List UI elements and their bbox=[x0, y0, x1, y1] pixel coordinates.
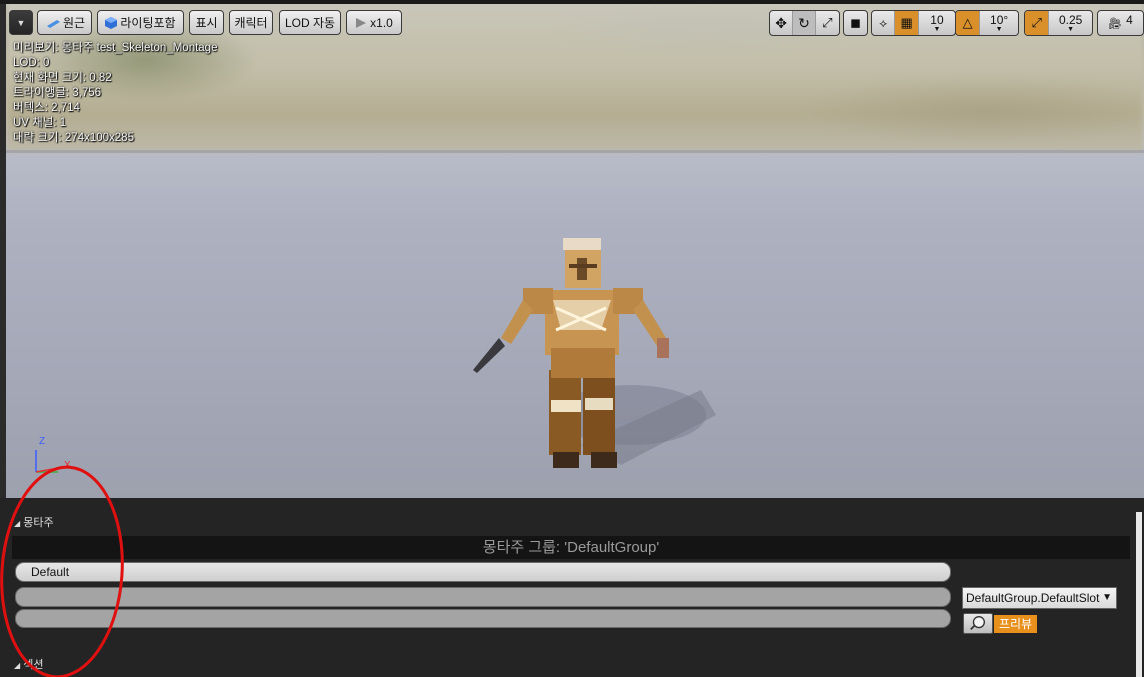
stat-vertices: 버텍스: 2,714 bbox=[13, 102, 80, 114]
scale-snap-label: 0.25 bbox=[1058, 13, 1083, 27]
left-edge bbox=[0, 0, 6, 498]
camera-speed-group: 🎥︎ 4 bbox=[1097, 10, 1144, 36]
lod-label: LOD 자동 bbox=[284, 16, 336, 30]
montage-slot-track[interactable] bbox=[15, 587, 951, 607]
scale-snap-toggle[interactable]: ⤢ bbox=[1025, 11, 1050, 35]
sections-section-header[interactable]: ◢ 섹션 bbox=[14, 656, 43, 672]
lod-button[interactable]: LOD 자동 bbox=[279, 10, 341, 35]
sections-section-title: 섹션 bbox=[23, 659, 44, 671]
montage-group-bar: 몽타주 그룹: 'DefaultGroup' bbox=[12, 536, 1130, 559]
grid-snap-value[interactable]: 10 ▼ bbox=[919, 11, 955, 35]
collapse-triangle-icon: ◢ bbox=[14, 661, 21, 670]
viewport-menu-button[interactable]: ▼ bbox=[9, 10, 33, 35]
chevron-down-icon: ▼ bbox=[1067, 26, 1075, 33]
scale-tool[interactable]: ⤢ bbox=[816, 11, 839, 35]
grid-snap-label: 10 bbox=[930, 13, 944, 27]
slot-select-value: DefaultGroup.DefaultSlot bbox=[966, 591, 1100, 605]
collapse-triangle-icon: ◢ bbox=[14, 519, 21, 528]
angle-icon: △ bbox=[962, 15, 973, 30]
viewport-stats: 미리보기: 몽타주 test_Skeleton_Montage LOD: 0 현… bbox=[13, 41, 217, 146]
stat-screen-size: 현재 화면 크기: 0.82 bbox=[13, 72, 112, 84]
chevron-down-icon: ▼ bbox=[933, 26, 941, 33]
stat-triangles: 트라이앵글: 3,756 bbox=[13, 87, 102, 99]
axis-z-label: Z bbox=[39, 436, 46, 447]
surface-snap-icon: ⟡ bbox=[879, 15, 888, 30]
stat-lod: LOD: 0 bbox=[13, 57, 50, 69]
camera-speed-button[interactable]: 🎥︎ 4 bbox=[1098, 11, 1143, 35]
cube-icon: ◼ bbox=[850, 15, 861, 30]
scale-arrow-icon: ⤢ bbox=[822, 15, 833, 30]
montage-section-header[interactable]: ◢ 몽타주 bbox=[14, 514, 54, 530]
perspective-button[interactable]: 원근 bbox=[37, 10, 92, 35]
camera-speed-label: 4 bbox=[1126, 13, 1133, 27]
preview-search-button[interactable] bbox=[963, 613, 993, 634]
playback-speed-button[interactable]: x1.0 bbox=[346, 10, 402, 35]
panel-scrollbar[interactable] bbox=[1136, 512, 1142, 677]
chevron-down-icon: ▼ bbox=[1102, 592, 1112, 603]
rotation-snap-group: △ 10° ▼ bbox=[955, 10, 1019, 36]
show-label: 표시 bbox=[195, 16, 218, 30]
translate-tool[interactable]: ✥ bbox=[770, 11, 794, 35]
magnifier-icon bbox=[970, 616, 986, 631]
lit-cube-icon bbox=[105, 16, 118, 29]
top-strip bbox=[0, 0, 1144, 4]
rotation-snap-toggle[interactable]: △ bbox=[956, 11, 981, 35]
rotate-tool[interactable]: ↻ bbox=[793, 11, 816, 35]
grid-icon: ▦ bbox=[900, 15, 913, 30]
transform-tools: ✥ ↻ ⤢ bbox=[769, 10, 840, 36]
lighting-label: 라이팅포함 bbox=[120, 16, 176, 30]
grid-snap-group: ⟡ ▦ 10 ▼ bbox=[871, 10, 956, 36]
grid-snap-toggle[interactable]: ▦ bbox=[895, 11, 919, 35]
lighting-button[interactable]: 라이팅포함 bbox=[97, 10, 184, 35]
move-arrows-icon: ✥ bbox=[775, 14, 788, 31]
camera-icon: 🎥︎ bbox=[1108, 17, 1123, 30]
perspective-label: 원근 bbox=[62, 16, 86, 30]
montage-slot-track[interactable] bbox=[15, 609, 951, 628]
world-coord-button[interactable]: ◼ bbox=[844, 11, 867, 35]
stat-uv-channels: UV 채널: 1 bbox=[13, 117, 67, 129]
viewport[interactable]: Z X 미리보기: 몽타주 test_Skeleton_Montage LOD:… bbox=[6, 0, 1144, 498]
scale-snap-icon: ⤢ bbox=[1031, 15, 1042, 30]
chevron-down-icon: ▼ bbox=[16, 17, 26, 28]
axis-x-label: X bbox=[64, 460, 71, 471]
rotation-snap-value[interactable]: 10° ▼ bbox=[980, 11, 1018, 35]
rotate-icon: ↻ bbox=[798, 14, 810, 31]
track-label: Default bbox=[31, 565, 70, 579]
scale-snap-group: ⤢ 0.25 ▼ bbox=[1024, 10, 1093, 36]
speed-label: x1.0 bbox=[370, 15, 393, 30]
chevron-down-icon: ▼ bbox=[995, 26, 1003, 33]
scale-snap-value[interactable]: 0.25 ▼ bbox=[1049, 11, 1092, 35]
horizon-line bbox=[6, 150, 1144, 153]
perspective-icon bbox=[46, 19, 60, 28]
character-label: 캐릭터 bbox=[234, 16, 268, 30]
stat-preview: 미리보기: 몽타주 test_Skeleton_Montage bbox=[13, 42, 218, 54]
montage-section-title: 몽타주 bbox=[23, 517, 54, 529]
slot-select[interactable]: DefaultGroup.DefaultSlot ▼ bbox=[962, 587, 1117, 609]
speed-icon bbox=[356, 17, 367, 28]
surface-snap-button[interactable]: ⟡ bbox=[872, 11, 896, 35]
preview-button[interactable]: 프리뷰 bbox=[994, 615, 1037, 633]
show-button[interactable]: 표시 bbox=[189, 10, 224, 35]
montage-track-default[interactable]: Default bbox=[15, 562, 951, 582]
coord-space-group: ◼ bbox=[843, 10, 868, 36]
character-model bbox=[473, 238, 716, 468]
rotation-snap-label: 10° bbox=[990, 13, 1009, 27]
stat-approx-size: 대략 크기: 274x100x285 bbox=[13, 132, 134, 144]
character-button[interactable]: 캐릭터 bbox=[229, 10, 273, 35]
